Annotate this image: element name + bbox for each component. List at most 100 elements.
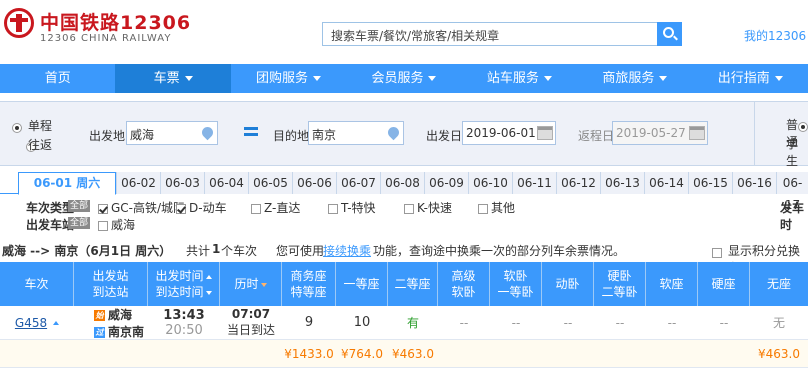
nav-member-service[interactable]: 会员服务	[346, 64, 461, 93]
start-station-badge: 始	[94, 309, 105, 321]
stations-cell: 始威海 过南京南	[74, 306, 148, 339]
date-tab[interactable]: 06-09	[424, 172, 468, 194]
nav-tickets[interactable]: 车票	[115, 64, 231, 93]
price-second-class: ¥463.0	[392, 346, 434, 361]
return-date-label: 返程日	[578, 129, 615, 143]
date-tab[interactable]: 06-03	[160, 172, 204, 194]
price-no-seat: ¥463.0	[758, 346, 800, 361]
date-tab[interactable]: 06-12	[556, 172, 600, 194]
col-train-number[interactable]: 车次	[0, 262, 74, 306]
col-stations: 出发站 到达站	[74, 262, 148, 306]
from-station[interactable]: 威海	[108, 308, 132, 322]
my-account-link[interactable]: 我的12306	[744, 27, 806, 44]
table-row[interactable]: G458 始威海 过南京南 13:43 20:50 07:07 当日到达 9 1…	[0, 306, 808, 340]
logo-subtitle: 12306 CHINA RAILWAY	[40, 33, 172, 44]
search-button[interactable]	[657, 22, 682, 46]
route-summary: 威海 --> 南京（6月1日 周六）	[2, 244, 172, 258]
result-summary: 威海 --> 南京（6月1日 周六） 共计 1 个车次 您可使用 接续换乘 功能…	[0, 242, 808, 275]
depart-time-filter-label: 发车时	[780, 201, 805, 232]
date-tab[interactable]: 06-10	[468, 172, 512, 194]
nav-business-service[interactable]: 商旅服务	[577, 64, 692, 93]
checkbox-icon[interactable]	[328, 203, 338, 214]
to-label: 目的地	[273, 129, 310, 143]
station-all-toggle[interactable]: 全部	[68, 217, 91, 229]
count-prefix: 共计	[186, 244, 211, 258]
site-search-input[interactable]: 搜索车票/餐饮/常旅客/相关规章	[322, 22, 658, 46]
nav-station-service[interactable]: 站车服务	[462, 64, 577, 93]
calendar-icon[interactable]	[537, 126, 553, 140]
sort-desc-icon[interactable]	[260, 282, 267, 287]
chevron-down-icon	[659, 76, 668, 81]
station-filter-title: 出发车站	[26, 218, 75, 232]
transfer-tip-suffix: 功能，查询途中换乘一次的部分列车余票情况。	[373, 244, 626, 258]
date-tab[interactable]: 06-07	[336, 172, 380, 194]
seat-soft-seat: --	[667, 315, 677, 330]
seat-first-class[interactable]: 10	[336, 306, 388, 339]
date-tab[interactable]: 06-14	[644, 172, 688, 194]
filter-other[interactable]: 其他	[478, 199, 515, 216]
to-station[interactable]: 南京南	[108, 325, 144, 339]
date-tab[interactable]: 06-11	[512, 172, 556, 194]
times-cell: 13:43 20:50	[148, 306, 220, 339]
checkbox-icon[interactable]	[98, 220, 108, 231]
checkbox-icon[interactable]	[404, 203, 414, 214]
col-deluxe-sleeper: 高级 软卧	[438, 262, 490, 306]
chevron-down-icon	[184, 76, 193, 81]
expand-stops-icon[interactable]	[53, 320, 60, 325]
checkbox-icon[interactable]	[478, 203, 488, 214]
col-times[interactable]: 出发时间 到达时间	[148, 262, 220, 306]
count-suffix: 个车次	[221, 244, 258, 258]
arrive-time: 20:50	[165, 322, 203, 338]
one-way-radio[interactable]	[12, 122, 22, 133]
seat-business[interactable]: 9	[282, 306, 336, 339]
checkbox-checked-icon[interactable]	[98, 203, 108, 214]
arrive-day: 当日到达	[226, 323, 275, 337]
one-way-label[interactable]: 单程	[28, 117, 52, 134]
col-second-class: 二等座	[388, 262, 438, 306]
seat-second-class[interactable]: 有	[388, 306, 438, 339]
swap-stations-icon[interactable]	[244, 125, 258, 137]
train-type-filter-title: 车次类型	[26, 201, 75, 215]
logo-title[interactable]: 中国铁路12306	[40, 8, 191, 35]
filter-d[interactable]: D-动车	[176, 199, 227, 216]
nav-home[interactable]: 首页	[0, 64, 115, 93]
nav-travel-guide[interactable]: 出行指南	[693, 64, 808, 93]
nav-group-service[interactable]: 团购服务	[231, 64, 346, 93]
checkbox-icon[interactable]	[251, 203, 261, 214]
col-motor-sleeper: 动卧	[542, 262, 594, 306]
date-tab[interactable]: 06-02	[116, 172, 160, 194]
transfer-link[interactable]: 接续换乘	[323, 242, 371, 259]
train-number-link[interactable]: G458	[15, 316, 47, 330]
seat-no-seat: 无	[772, 316, 785, 330]
date-tab[interactable]: 06-17	[776, 172, 808, 212]
round-trip-label[interactable]: 往返	[28, 136, 52, 153]
filter-z[interactable]: Z-直达	[251, 199, 300, 216]
date-tab[interactable]: 06-15	[688, 172, 732, 194]
date-tab[interactable]: 06-16	[732, 172, 776, 194]
sort-desc-icon[interactable]	[205, 290, 212, 295]
col-duration[interactable]: 历时	[220, 262, 282, 306]
passenger-student-label[interactable]: 学生	[786, 135, 808, 169]
date-tab[interactable]: 06-04	[204, 172, 248, 194]
sort-asc-icon[interactable]	[205, 274, 212, 279]
date-tab[interactable]: 06-05	[248, 172, 292, 194]
date-tab-active[interactable]: 06-01 周六	[18, 172, 116, 195]
train-type-all-toggle[interactable]: 全部	[68, 200, 91, 212]
filter-station-weihai[interactable]: 威海	[98, 216, 135, 233]
train-number-cell[interactable]: G458	[0, 306, 74, 339]
filter-t[interactable]: T-特快	[328, 199, 376, 216]
calendar-icon[interactable]	[689, 126, 705, 140]
date-tab[interactable]: 06-06	[292, 172, 336, 194]
results-table-header: 车次 出发站 到达站 出发时间 到达时间 历时 商务座 特等座 一等座 二等座 高级…	[0, 262, 808, 306]
date-tab[interactable]: 06-08	[380, 172, 424, 194]
railway-logo-icon[interactable]	[4, 8, 34, 38]
filter-k[interactable]: K-快速	[404, 199, 452, 216]
filter-gc[interactable]: GC-高铁/城际	[98, 199, 185, 216]
date-tab[interactable]: 06-13	[600, 172, 644, 194]
points-checkbox-icon[interactable]	[712, 247, 722, 258]
seat-motor-sleeper: --	[563, 315, 573, 330]
checkbox-checked-icon[interactable]	[176, 203, 186, 214]
seat-hard-seat: --	[719, 315, 729, 330]
col-soft-sleeper: 软卧 一等卧	[490, 262, 542, 306]
price-business: ¥1433.0	[284, 346, 334, 361]
